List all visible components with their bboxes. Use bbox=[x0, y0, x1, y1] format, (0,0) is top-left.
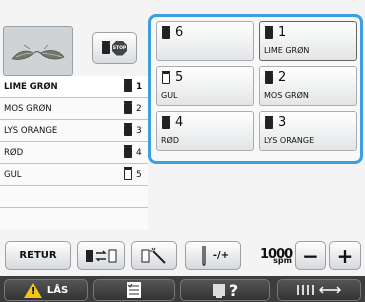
list-item[interactable]: GUL 5 bbox=[0, 164, 148, 186]
list-item[interactable]: RØD 4 bbox=[0, 142, 148, 164]
thread-name: GUL bbox=[4, 169, 22, 180]
thread-tile[interactable]: 3 LYS ORANGE bbox=[259, 111, 357, 151]
spool-icon bbox=[162, 26, 170, 39]
thread-tiles-panel: 6 1 LIME GRØN 5 GUL 2 MOS GRØN 4 RØD 3 L… bbox=[148, 14, 363, 164]
plus-label: + bbox=[336, 243, 354, 268]
spool-icon bbox=[265, 116, 273, 129]
spool-wand-icon bbox=[141, 247, 166, 264]
tile-number: 6 bbox=[175, 25, 184, 40]
thread-tile[interactable]: 5 GUL bbox=[156, 66, 254, 106]
tile-number: 4 bbox=[175, 115, 184, 130]
density-button[interactable] bbox=[277, 279, 361, 301]
tile-number: 3 bbox=[278, 115, 287, 130]
minus-label: − bbox=[302, 243, 319, 268]
thread-number: 5 bbox=[136, 169, 142, 180]
thread-stop-button[interactable]: STOP bbox=[92, 32, 137, 64]
list-item[interactable]: LIME GRØN 1 bbox=[0, 76, 148, 98]
machine-icon bbox=[212, 284, 225, 298]
embroidery-design-icon bbox=[11, 44, 65, 60]
tile-name: RØD bbox=[161, 136, 180, 145]
thread-number: 4 bbox=[136, 147, 142, 158]
swap-spools-icon bbox=[86, 249, 117, 262]
spool-icon bbox=[124, 145, 132, 158]
tile-name: MOS GRØN bbox=[264, 91, 309, 100]
checklist-icon bbox=[127, 282, 141, 298]
thread-name: RØD bbox=[4, 147, 24, 158]
thread-name: MOS GRØN bbox=[4, 103, 52, 114]
speed-readout: 1000 spm bbox=[260, 243, 293, 269]
thread-name: LIME GRØN bbox=[4, 81, 58, 92]
stitch-width-icon bbox=[297, 285, 341, 295]
spool-icon bbox=[102, 40, 110, 54]
spool-icon bbox=[124, 101, 132, 114]
thread-tile[interactable]: 2 MOS GRØN bbox=[259, 66, 357, 106]
stop-icon: STOP bbox=[112, 40, 127, 56]
spool-icon bbox=[124, 123, 132, 136]
thread-order-list: LIME GRØN 1 MOS GRØN 2 LYS ORANGE 3 RØD … bbox=[0, 76, 148, 230]
speed-minus-button[interactable]: − bbox=[295, 241, 326, 270]
warning-icon bbox=[23, 282, 42, 298]
thread-tile[interactable]: 6 bbox=[156, 21, 254, 61]
thread-sort-button[interactable] bbox=[131, 241, 177, 270]
tile-number: 1 bbox=[278, 25, 287, 40]
speed-unit: spm bbox=[273, 256, 292, 265]
screen: STOP LIME GRØN 1 MOS GRØN 2 LYS ORANGE 3… bbox=[0, 0, 365, 302]
help-label: ? bbox=[228, 280, 239, 300]
spool-icon bbox=[124, 79, 132, 92]
list-item-empty bbox=[0, 208, 148, 230]
tile-number: 5 bbox=[175, 70, 184, 85]
thread-number: 1 bbox=[136, 81, 143, 92]
spool-icon bbox=[265, 26, 273, 39]
thread-number: 3 bbox=[136, 125, 142, 136]
thread-number: 2 bbox=[136, 103, 142, 114]
stop-label: STOP bbox=[112, 45, 127, 51]
thread-name: LYS ORANGE bbox=[4, 125, 58, 136]
tile-name: LYS ORANGE bbox=[264, 136, 315, 145]
spool-icon bbox=[265, 71, 273, 84]
spool-icon bbox=[124, 167, 132, 180]
needle-icon bbox=[202, 245, 206, 266]
lock-label: LÅS bbox=[46, 284, 69, 296]
needle-adjust-label: -/+ bbox=[212, 250, 230, 261]
tile-number: 2 bbox=[278, 70, 287, 85]
help-button[interactable]: ? bbox=[180, 279, 270, 301]
list-item-empty bbox=[0, 186, 148, 208]
retur-label: RETUR bbox=[19, 250, 57, 261]
list-item[interactable]: LYS ORANGE 3 bbox=[0, 120, 148, 142]
thread-tile[interactable]: 1 LIME GRØN bbox=[259, 21, 357, 61]
needle-adjust-button[interactable]: -/+ bbox=[185, 241, 241, 270]
spool-icon bbox=[162, 71, 170, 84]
list-button[interactable] bbox=[93, 279, 175, 301]
retur-button[interactable]: RETUR bbox=[5, 241, 71, 270]
thread-tile[interactable]: 4 RØD bbox=[156, 111, 254, 151]
embroidery-preview[interactable] bbox=[3, 26, 73, 76]
spool-icon bbox=[162, 116, 170, 129]
list-item[interactable]: MOS GRØN 2 bbox=[0, 98, 148, 120]
lock-button[interactable]: LÅS bbox=[4, 279, 88, 301]
tile-name: GUL bbox=[161, 91, 178, 100]
tile-name: LIME GRØN bbox=[264, 46, 310, 55]
swap-order-button[interactable] bbox=[77, 241, 125, 270]
speed-plus-button[interactable]: + bbox=[329, 241, 361, 270]
